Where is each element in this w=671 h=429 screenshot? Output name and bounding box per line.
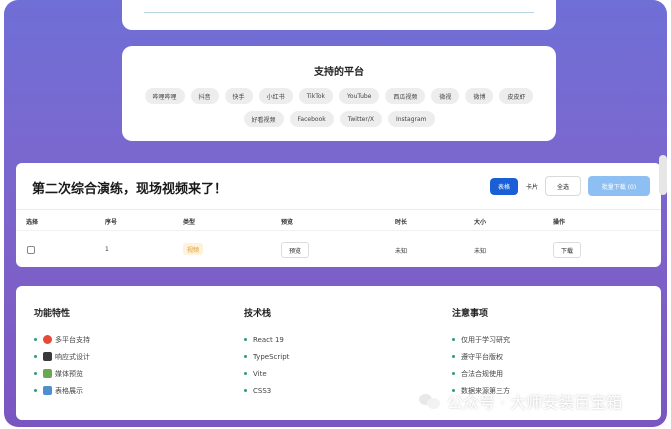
note-label: 合法合规使用: [461, 369, 503, 378]
note-item: 遵守平台版权: [452, 348, 510, 365]
row-duration: 未知: [395, 248, 408, 255]
platform-chip[interactable]: 皮皮虾: [499, 88, 534, 104]
preview-button[interactable]: 预览: [281, 242, 310, 258]
page-title: 第二次综合演练，现场视频来了！: [32, 182, 228, 197]
row-divider: [16, 230, 661, 231]
select-all-button[interactable]: 全选: [545, 176, 581, 196]
tech-stack-title: 技术栈: [244, 309, 272, 319]
image-icon: [43, 369, 52, 378]
column-header-select: 选择: [26, 219, 39, 226]
media-list-card: 第二次综合演练，现场视频来了！ 表格 卡片 全选 批量下载 (0) 选择 序号 …: [16, 163, 661, 267]
progress-line: [144, 12, 534, 13]
target-icon: [43, 335, 52, 344]
bullet-icon: [34, 372, 37, 375]
row-size: 未知: [474, 248, 487, 255]
tech-item: Vite: [244, 365, 289, 382]
feature-label: 媒体预览: [55, 369, 83, 378]
page-background: 支持的平台 哔哩哔哩 抖音 快手 小红书 TikTok YouTube 西瓜视频…: [4, 0, 667, 427]
platform-chip[interactable]: Instagram: [387, 111, 435, 127]
tech-item: React 19: [244, 331, 289, 348]
platform-chip[interactable]: 小红书: [258, 88, 293, 104]
platform-chip[interactable]: Facebook: [289, 111, 334, 127]
watermark-text: 公众号 · 大师安装百宝箱: [447, 393, 623, 412]
phone-icon: [43, 352, 52, 361]
feature-item: 表格展示: [34, 382, 90, 399]
wechat-icon: [419, 392, 441, 410]
feature-item: 响应式设计: [34, 348, 90, 365]
table-view-button[interactable]: 表格: [490, 178, 519, 195]
platform-chip[interactable]: YouTube: [339, 88, 380, 104]
platform-chip[interactable]: 快手: [224, 88, 253, 104]
column-header-action: 操作: [553, 219, 566, 226]
type-badge: 视频: [183, 243, 204, 255]
view-toggle: 表格 卡片: [490, 178, 547, 195]
card-view-button[interactable]: 卡片: [518, 178, 547, 195]
feature-item: 多平台支持: [34, 331, 90, 348]
bullet-icon: [34, 389, 37, 392]
header-divider: [16, 209, 661, 210]
note-item: 仅用于学习研究: [452, 331, 510, 348]
notes-column: 注意事项 仅用于学习研究 遵守平台版权 合法合规使用 数据来源第三方: [452, 306, 510, 399]
platform-chip[interactable]: 微博: [465, 88, 494, 104]
note-label: 遵守平台版权: [461, 352, 503, 361]
batch-download-button[interactable]: 批量下载 (0): [588, 176, 650, 196]
platforms-title: 支持的平台: [314, 67, 364, 78]
download-button[interactable]: 下载: [553, 242, 582, 258]
column-header-type: 类型: [183, 219, 196, 226]
bullet-icon: [34, 338, 37, 341]
chart-icon: [43, 386, 52, 395]
platform-chip[interactable]: 西瓜视频: [385, 88, 426, 104]
bullet-icon: [244, 389, 247, 392]
column-header-duration: 时长: [395, 219, 408, 226]
platform-chip[interactable]: 微视: [431, 88, 460, 104]
column-header-index: 序号: [105, 219, 118, 226]
bullet-icon: [34, 355, 37, 358]
scrollbar[interactable]: [659, 155, 667, 195]
tech-label: TypeScript: [253, 352, 290, 361]
platform-chip[interactable]: Twitter/X: [339, 111, 382, 127]
feature-item: 媒体预览: [34, 365, 90, 382]
platform-chip[interactable]: TikTok: [298, 88, 333, 104]
tech-label: Vite: [253, 369, 267, 378]
features-column: 功能特性 多平台支持 响应式设计 媒体预览 表格展示: [34, 306, 90, 399]
bullet-icon: [244, 338, 247, 341]
feature-label: 表格展示: [55, 386, 83, 395]
tech-label: React 19: [253, 335, 284, 344]
row-index: 1: [105, 246, 109, 253]
bullet-icon: [452, 355, 455, 358]
features-title: 功能特性: [34, 309, 71, 319]
tech-stack-column: 技术栈 React 19 TypeScript Vite CSS3: [244, 306, 289, 399]
bullet-icon: [244, 372, 247, 375]
feature-label: 多平台支持: [55, 335, 90, 344]
platforms-card: 支持的平台 哔哩哔哩 抖音 快手 小红书 TikTok YouTube 西瓜视频…: [122, 46, 556, 141]
platform-chips: 哔哩哔哩 抖音 快手 小红书 TikTok YouTube 西瓜视频 微视 微博…: [140, 88, 538, 127]
tech-item: CSS3: [244, 382, 289, 399]
top-card: [122, 0, 556, 30]
column-header-size: 大小: [474, 219, 487, 226]
row-checkbox[interactable]: [27, 246, 35, 254]
note-item: 合法合规使用: [452, 365, 510, 382]
bullet-icon: [452, 338, 455, 341]
bullet-icon: [244, 355, 247, 358]
note-label: 仅用于学习研究: [461, 335, 510, 344]
platform-chip[interactable]: 好看视频: [243, 111, 284, 127]
tech-label: CSS3: [253, 386, 272, 395]
tech-item: TypeScript: [244, 348, 289, 365]
platform-chip[interactable]: 哔哩哔哩: [144, 88, 185, 104]
notes-title: 注意事项: [452, 309, 489, 319]
column-header-preview: 预览: [281, 219, 294, 226]
watermark: 公众号 · 大师安装百宝箱: [419, 390, 622, 412]
feature-label: 响应式设计: [55, 352, 90, 361]
platform-chip[interactable]: 抖音: [190, 88, 219, 104]
bullet-icon: [452, 372, 455, 375]
